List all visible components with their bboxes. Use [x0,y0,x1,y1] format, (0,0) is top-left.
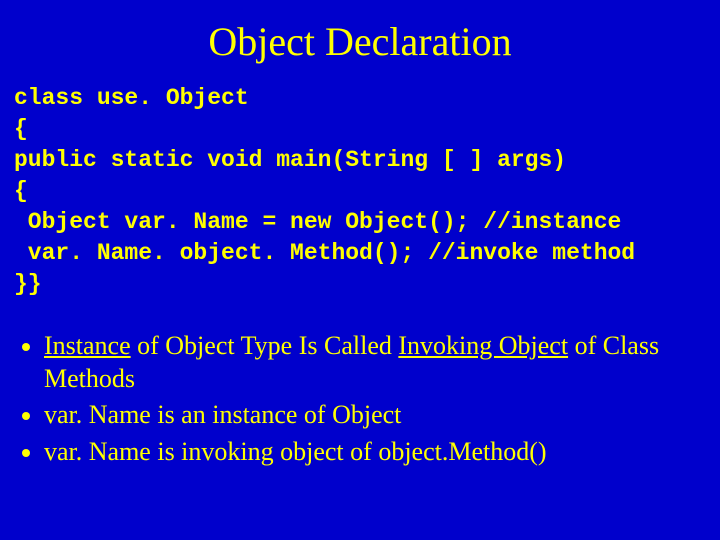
code-line-4: { [14,178,28,204]
code-line-3: public static void main(String [ ] args) [14,147,566,173]
code-line-5: Object var. Name = new Object(); //insta… [14,209,621,235]
slide: Object Declaration class use. Object { p… [0,0,720,540]
bullet-3: var. Name is invoking object of object.M… [44,436,710,469]
bullet-list: Instance of Object Type Is Called Invoki… [44,330,710,468]
code-line-6: var. Name. object. Method(); //invoke me… [14,240,635,266]
code-line-7: }} [14,271,42,297]
bullet-2: var. Name is an instance of Object [44,399,710,432]
code-line-2: { [14,116,28,142]
code-line-1: class use. Object [14,85,249,111]
code-block: class use. Object { public static void m… [14,83,710,300]
bullet-1-underline-2: Invoking Object [398,331,568,360]
bullet-1-text-1: of Object Type Is Called [131,331,399,360]
bullet-1-underline-1: Instance [44,331,131,360]
slide-title: Object Declaration [10,18,710,65]
bullet-1: Instance of Object Type Is Called Invoki… [44,330,710,395]
